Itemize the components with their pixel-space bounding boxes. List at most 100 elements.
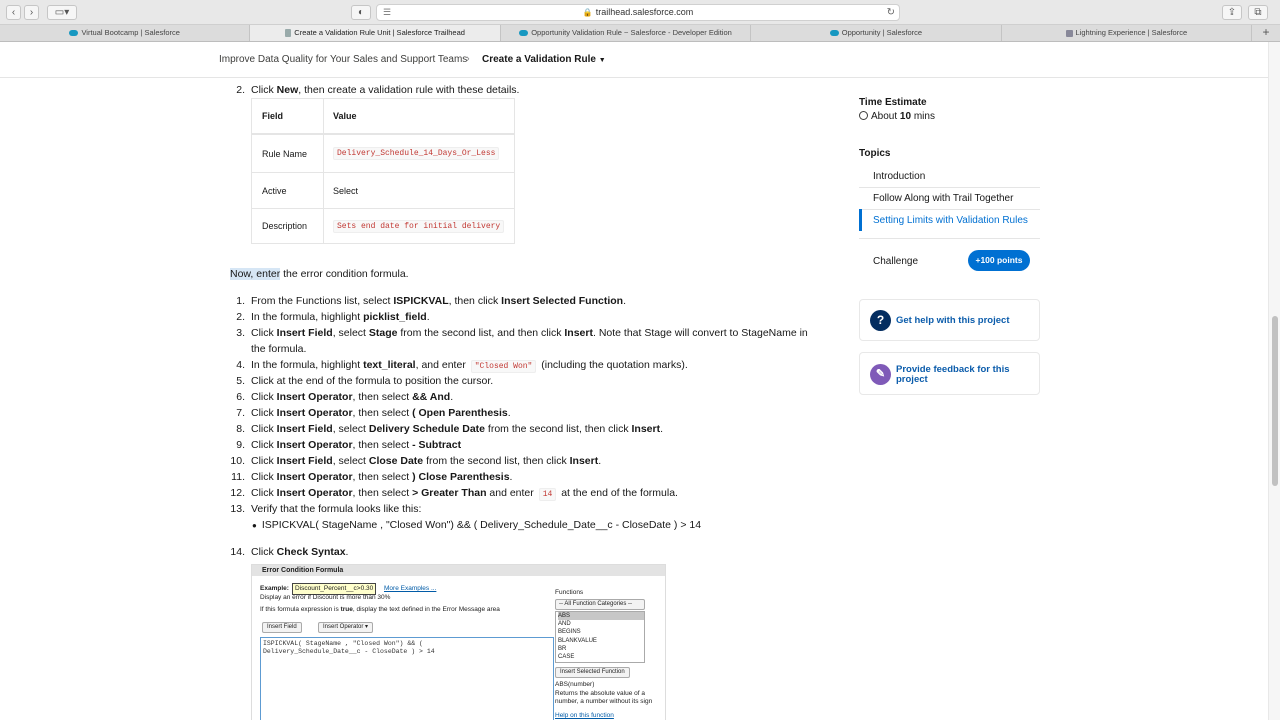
step-text: In the formula, highlight picklist_field… — [251, 310, 430, 324]
tab-overview-icon[interactable]: ⧉ — [1248, 5, 1268, 20]
reader-icon[interactable]: ☰ — [383, 5, 391, 20]
step-text-bold: Insert — [564, 327, 593, 339]
formula-editor[interactable]: ISPICKVAL( StageName , "Closed Won") && … — [260, 637, 554, 720]
sidebar-toggle-icon[interactable]: ▭▾ — [47, 5, 77, 20]
step-text-part: . — [345, 546, 349, 558]
function-option[interactable]: BEGINS — [558, 628, 644, 636]
step-text-part: , select — [332, 423, 369, 435]
ef-hint-part: If this formula expression is — [260, 606, 341, 613]
step-number: 14. — [230, 546, 245, 558]
scroll-thumb[interactable] — [1272, 316, 1278, 486]
breadcrumb-module[interactable]: Improve Data Quality for Your Sales and … — [219, 54, 467, 65]
breadcrumb-unit-label: Create a Validation Rule — [482, 54, 596, 65]
step-text-part: , then select — [352, 407, 413, 419]
step-text-part: Click — [251, 487, 277, 499]
pencil-icon: ✎ — [870, 364, 891, 385]
function-category-value: -- All Function Categories -- — [559, 601, 633, 607]
functions-listbox[interactable]: ABS AND BEGINS BLANKVALUE BR CASE — [555, 611, 645, 663]
challenge-label[interactable]: Challenge — [873, 256, 918, 267]
step-text-bold: Insert Selected Function — [501, 295, 624, 307]
ef-more-examples-link[interactable]: More Examples ... — [384, 585, 436, 593]
lock-icon: 🔒 — [582, 8, 593, 17]
ef-hint: Display an error if Discount is more tha… — [260, 594, 391, 601]
step-number: 8. — [236, 423, 245, 435]
step-text-part: . — [509, 471, 513, 483]
step-text: Click Check Syntax. — [251, 545, 348, 559]
ef-hint-bold: true — [340, 606, 353, 613]
topic-divider — [859, 209, 1040, 210]
rule-name-value: Delivery_Schedule_14_Days_Or_Less — [333, 147, 500, 160]
insert-field-button[interactable]: Insert Field — [262, 622, 302, 633]
function-option[interactable]: CASE — [558, 653, 644, 661]
table-cell: Delivery_Schedule_14_Days_Or_Less — [323, 135, 500, 172]
step-text-part: , then select — [352, 487, 413, 499]
topic-introduction[interactable]: Introduction — [873, 171, 925, 182]
step-text-part: from the second list, then click — [423, 455, 570, 467]
share-icon[interactable]: ⇪ — [1222, 5, 1242, 20]
function-option[interactable]: AND — [558, 620, 644, 628]
function-signature: ABS(number) — [555, 681, 595, 688]
insert-selected-function-button[interactable]: Insert Selected Function — [555, 667, 630, 678]
error-condition-formula-image: Error Condition Formula Example: Discoun… — [251, 564, 666, 720]
get-help-card[interactable]: ? Get help with this project — [859, 299, 1040, 341]
step-text-bold: ISPICKVAL — [393, 295, 449, 307]
tab-label: Lightning Experience | Salesforce — [1075, 28, 1188, 37]
tab-create-validation-rule[interactable]: Create a Validation Rule Unit | Salesfor… — [250, 25, 501, 41]
step-number: 5. — [236, 375, 245, 387]
new-tab-button[interactable]: + — [1252, 25, 1280, 41]
description-value: Sets end date for initial delivery — [333, 219, 505, 233]
step-text-bold: Insert Operator — [276, 391, 353, 403]
step-number: 3. — [236, 327, 245, 339]
back-icon[interactable]: ‹ — [6, 5, 21, 20]
step-text-part: Click — [251, 84, 277, 96]
step-text: Click Insert Operator, then select && An… — [251, 390, 453, 404]
step-text: Click Insert Operator, then select - Sub… — [251, 438, 461, 452]
step-text: Click Insert Field, select Close Date fr… — [251, 454, 601, 468]
function-option[interactable]: BLANKVALUE — [558, 637, 644, 645]
forward-icon[interactable]: › — [24, 5, 39, 20]
help-on-function-link[interactable]: Help on this function — [555, 712, 614, 720]
privacy-icon[interactable]: ◐ — [351, 5, 371, 20]
topic-follow-along[interactable]: Follow Along with Trail Together — [873, 193, 1013, 204]
formula-bullet: ● ISPICKVAL( StageName , "Closed Won") &&… — [252, 518, 701, 533]
salesforce-cloud-icon — [519, 30, 529, 37]
topic-setting-limits[interactable]: Setting Limits with Validation Rules — [873, 215, 1028, 226]
step-text-bold: - Subtract — [412, 439, 462, 451]
feedback-link-line2[interactable]: project — [896, 375, 928, 385]
step-text-bold: Insert Operator — [276, 407, 353, 419]
get-help-link[interactable]: Get help with this project — [896, 316, 1009, 326]
function-option[interactable]: ABS — [558, 612, 644, 621]
step-text-part: Click — [251, 391, 277, 403]
tab-opportunity[interactable]: Opportunity | Salesforce — [751, 25, 1002, 41]
step-text-bold: > Greater Than — [412, 487, 487, 499]
reload-icon[interactable]: ↻ — [887, 5, 895, 20]
breadcrumb-unit[interactable]: Create a Validation Rule ▼ — [482, 54, 606, 65]
scrollbar[interactable] — [1268, 42, 1280, 720]
bullet-icon: ● — [252, 521, 257, 530]
step-text-part: . Note that Stage will convert to StageN… — [592, 327, 808, 339]
insert-operator-button[interactable]: Insert Operator ▾ — [318, 622, 374, 633]
breadcrumb: Improve Data Quality for Your Sales and … — [0, 42, 1268, 78]
insert-operator-label: Insert Operator — [323, 624, 364, 630]
step-text: From the Functions list, select ISPICKVA… — [251, 294, 626, 308]
function-category-select[interactable]: -- All Function Categories -- — [555, 599, 645, 610]
step-text-part: , select — [332, 455, 369, 467]
functions-label: Functions — [555, 589, 584, 596]
function-option[interactable]: BR — [558, 645, 644, 653]
step-number: 11. — [231, 471, 245, 483]
step-text-part: . — [450, 391, 454, 403]
intro-paragraph: Now, enter the error condition formula. — [230, 267, 409, 281]
tab-opportunity-validation-rule[interactable]: Opportunity Validation Rule ~ Salesforce… — [501, 25, 752, 41]
feedback-card[interactable]: ✎ Provide feedback for this project — [859, 352, 1040, 395]
step-text-part: Click — [251, 407, 277, 419]
step-text-part: From the Functions list, select — [251, 295, 394, 307]
formula-line: ISPICKVAL( StageName , "Closed Won") && … — [263, 640, 423, 647]
address-bar[interactable]: ☰ 🔒 trailhead.salesforce.com ↻ — [376, 4, 900, 21]
step-text-bold: Delivery Schedule Date — [368, 423, 486, 435]
time-estimate-label: Time Estimate — [859, 97, 927, 108]
question-icon: ? — [870, 310, 891, 331]
tab-virtual-bootcamp[interactable]: Virtual Bootcamp | Salesforce — [0, 25, 251, 41]
step-text-part: Click — [251, 471, 277, 483]
inline-code: "Closed Won" — [470, 360, 537, 373]
tab-lightning-experience[interactable]: Lightning Experience | Salesforce — [1002, 25, 1253, 41]
